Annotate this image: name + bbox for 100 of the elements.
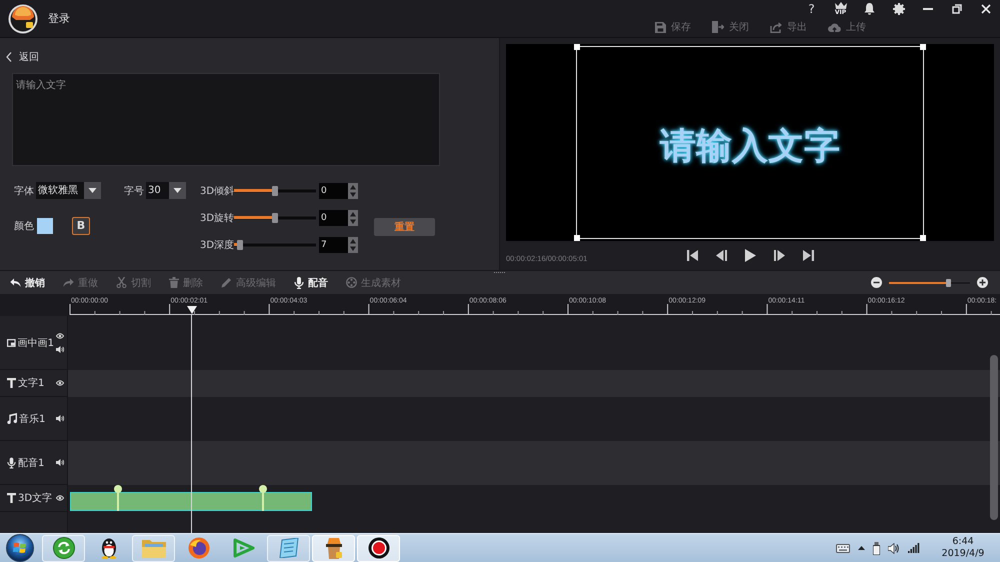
taskbar-button[interactable] <box>312 534 355 562</box>
speaker-icon[interactable] <box>56 346 64 352</box>
value-field[interactable]: 0 <box>319 182 348 198</box>
spinner-arrows-icon[interactable] <box>348 210 358 226</box>
start-button[interactable] <box>5 534 35 562</box>
gear-icon <box>892 2 904 14</box>
caret-icon <box>84 182 101 199</box>
ring-icon <box>188 537 210 559</box>
clock-date: 2019/4/9 <box>942 548 984 560</box>
taskbar-button[interactable] <box>42 534 85 562</box>
slider-label: 3D倾斜 <box>200 184 234 198</box>
text-icon <box>7 378 16 388</box>
track-label: 音乐1 <box>19 412 46 426</box>
cloud-upload-icon <box>828 22 841 32</box>
scissors-icon <box>116 277 127 288</box>
eye-icon[interactable] <box>56 332 64 338</box>
text-clip[interactable] <box>70 492 312 511</box>
chevron-left-icon <box>6 52 12 62</box>
notepad-icon <box>278 538 300 558</box>
track-label: 画中画1 <box>18 336 54 350</box>
slider-label: 3D旋转 <box>200 212 234 224</box>
field-label: 字号 <box>124 184 145 198</box>
track-label: 3D文字 <box>18 492 52 505</box>
skip-end-icon <box>802 250 814 261</box>
spinner-arrows-icon[interactable] <box>348 182 358 198</box>
track-label: 配音1 <box>18 456 44 470</box>
field-label: 颜色 <box>14 220 35 232</box>
value-field[interactable]: 7 <box>319 236 348 252</box>
close-icon <box>980 4 990 14</box>
eye-icon[interactable] <box>56 380 64 386</box>
voice-button[interactable]: 配音 <box>294 276 328 290</box>
slider-thumb[interactable] <box>272 186 278 196</box>
film-reel-icon <box>346 277 357 288</box>
usb-drive-icon[interactable] <box>873 542 880 554</box>
scrollbar[interactable] <box>990 355 998 520</box>
play-triangle-icon <box>232 538 254 558</box>
zoom-out-button[interactable] <box>871 277 882 288</box>
value-field[interactable]: 0 <box>319 210 348 226</box>
crown-icon <box>834 2 846 8</box>
track-label: 文字1 <box>18 376 44 390</box>
undo-button[interactable]: 撤销 <box>10 276 45 290</box>
resize-handle[interactable] <box>920 235 926 241</box>
zoom-in-icon <box>977 277 988 288</box>
color-swatch[interactable] <box>37 218 53 234</box>
zoom-in-button[interactable] <box>977 277 988 288</box>
step-forward-icon <box>774 250 784 261</box>
bold-button[interactable]: B <box>72 216 90 234</box>
step-back-icon <box>716 250 726 261</box>
microphone-icon <box>7 456 16 468</box>
bell-icon <box>864 2 875 14</box>
field-label: 字体 <box>14 184 35 198</box>
zoom-slider-thumb[interactable] <box>946 278 951 286</box>
circular-arrows-icon <box>52 537 74 559</box>
text-input-field[interactable]: 请输入文字 <box>12 73 440 166</box>
play-icon <box>744 249 756 262</box>
resize-handle[interactable] <box>574 235 580 241</box>
exit-door-icon <box>712 21 724 33</box>
trash-icon <box>169 277 179 288</box>
resize-handle[interactable] <box>574 44 580 50</box>
logo-icon <box>8 4 38 34</box>
skip-start-icon <box>686 250 698 261</box>
picture-in-picture-icon <box>7 338 16 348</box>
penguin-icon <box>100 537 118 559</box>
restore-icon <box>952 4 962 14</box>
music-note-icon <box>7 413 17 424</box>
resize-handle[interactable] <box>920 44 926 50</box>
minimize-icon <box>922 8 932 10</box>
volume-icon[interactable] <box>888 542 900 554</box>
pencil-icon <box>221 277 232 288</box>
spinner-arrows-icon[interactable] <box>348 236 358 252</box>
export-icon <box>770 22 782 32</box>
slider-label: 3D深度 <box>200 238 234 252</box>
eye-icon[interactable] <box>56 495 64 501</box>
start-orb-icon <box>6 534 34 562</box>
speaker-icon[interactable] <box>56 415 64 422</box>
keyboard-icon[interactable] <box>836 544 850 552</box>
back-button[interactable]: 返回 <box>6 50 39 64</box>
playhead[interactable] <box>186 306 197 533</box>
help-button[interactable]: ? <box>797 0 826 17</box>
chevron-up-icon[interactable] <box>858 546 865 550</box>
slider-thumb[interactable] <box>236 240 243 250</box>
keyframe-marker[interactable] <box>259 485 267 511</box>
speaker-icon[interactable] <box>56 459 64 466</box>
signal-bars-icon[interactable] <box>908 543 920 553</box>
clock-time: 6:44 <box>952 536 974 548</box>
preview-text: 请输入文字 <box>660 125 840 169</box>
caret-icon <box>169 182 186 199</box>
redo-icon <box>63 278 74 288</box>
zoom-out-icon <box>871 277 882 288</box>
text-bounding-box[interactable]: 请输入文字 <box>576 46 924 239</box>
window-title: 登录 <box>48 11 70 26</box>
microphone-icon <box>294 276 304 288</box>
record-icon <box>368 537 390 559</box>
text-icon <box>7 493 16 503</box>
undo-icon <box>10 278 21 288</box>
keyframe-marker[interactable] <box>114 485 122 511</box>
slider-track[interactable] <box>234 240 316 250</box>
slider-thumb[interactable] <box>272 212 278 222</box>
folder-icon <box>142 538 166 558</box>
taskbar-button[interactable] <box>357 534 400 562</box>
